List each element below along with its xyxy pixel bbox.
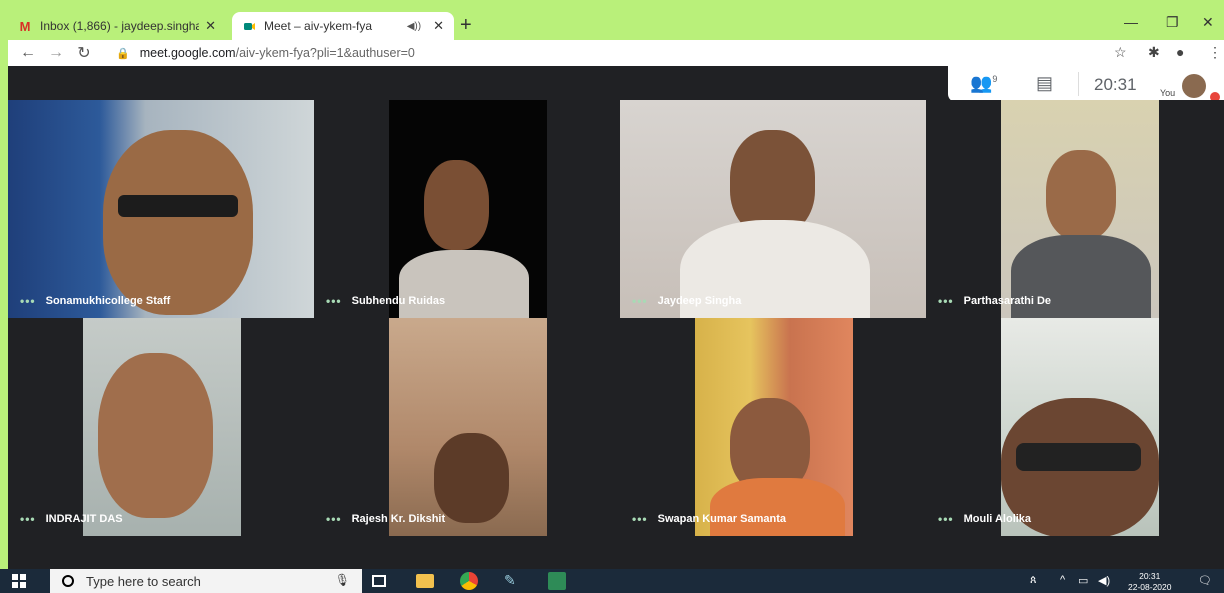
more-options-icon[interactable]: ••• [326, 294, 342, 308]
participant-tile[interactable]: ••• Sonamukhicollege Staff [8, 100, 314, 318]
network-icon[interactable]: ▭ [1078, 574, 1088, 587]
participant-name: Parthasarathi De [963, 295, 1052, 307]
extensions-icon[interactable]: ✱ [1148, 44, 1160, 61]
taskbar: Type here to search 🎙 ✎ ጰ ^ ▭ ◀) 20:31 2… [0, 569, 1224, 593]
tab-strip: M Inbox (1,866) - jaydeep.singha@ ✕ Meet… [8, 10, 1224, 40]
participant-name: INDRAJIT DAS [45, 513, 123, 525]
url-field[interactable]: 🔒 meet.google.com/aiv-ykem-fya?pli=1&aut… [116, 43, 1136, 63]
taskbar-date: 22-08-2020 [1128, 582, 1172, 592]
chevron-up-icon[interactable]: ^ [1060, 574, 1065, 586]
forward-icon[interactable]: → [48, 44, 64, 62]
people-tray-icon[interactable]: ጰ [1030, 574, 1037, 587]
profile-icon[interactable]: ● [1176, 44, 1184, 60]
taskbar-time: 20:31 [1139, 571, 1161, 581]
close-tab-icon[interactable]: ✕ [205, 18, 216, 34]
participant-tile[interactable]: ••• Rajesh Kr. Dikshit [314, 318, 620, 536]
url-host: meet.google.com [139, 46, 236, 60]
more-options-icon[interactable]: ••• [632, 294, 648, 308]
tab-gmail[interactable]: M Inbox (1,866) - jaydeep.singha@ ✕ [8, 12, 226, 40]
meet-icon [242, 19, 256, 33]
participant-video [83, 318, 241, 536]
participant-tile[interactable]: ••• INDRAJIT DAS [8, 318, 314, 536]
participant-name: Jaydeep Singha [657, 295, 742, 307]
participant-tile[interactable]: ••• Mouli Alolika [926, 318, 1224, 536]
lock-icon: 🔒 [116, 47, 130, 60]
taskbar-clock[interactable]: 20:31 22-08-2020 [1128, 571, 1171, 593]
chrome-icon[interactable] [460, 572, 478, 590]
people-icon[interactable]: 👥9 [970, 73, 997, 94]
more-options-icon[interactable]: ••• [326, 512, 342, 526]
participant-tile[interactable]: ••• Subhendu Ruidas [314, 100, 620, 318]
file-explorer-icon[interactable] [416, 574, 434, 588]
participant-video [620, 100, 926, 318]
microphone-icon[interactable]: 🎙 [335, 573, 350, 587]
tab-title: Inbox (1,866) - jaydeep.singha@ [40, 19, 200, 33]
search-placeholder: Type here to search [86, 573, 201, 589]
bookmark-star-icon[interactable]: ☆ [1114, 44, 1127, 61]
new-tab-button[interactable]: + [460, 14, 472, 37]
participant-video [389, 318, 547, 536]
chat-icon[interactable]: ▤ [1036, 73, 1053, 94]
notifications-icon[interactable]: 🗨 [1198, 574, 1212, 587]
participant-video [389, 100, 547, 318]
url-path: /aiv-ykem-fya?pli=1&authuser=0 [235, 46, 415, 60]
paint-icon[interactable]: ✎ [504, 572, 522, 590]
participant-name: Mouli Alolika [963, 513, 1032, 525]
participant-name: Subhendu Ruidas [351, 295, 446, 307]
meeting-clock: 20:31 [1094, 75, 1137, 94]
excel-icon[interactable] [548, 572, 566, 590]
reload-icon[interactable]: ↻ [76, 43, 92, 63]
gmail-icon: M [19, 18, 31, 34]
menu-icon[interactable]: ⋮ [1208, 44, 1222, 61]
participant-name: Rajesh Kr. Dikshit [351, 513, 446, 525]
meet-stage: 👥9 ▤ 20:31 You ••• Sonamukhicollege Staff… [8, 66, 1224, 569]
cortana-icon [62, 575, 74, 587]
more-options-icon[interactable]: ••• [20, 294, 36, 308]
speaker-icon[interactable]: ◀)) [407, 21, 421, 32]
minimize-icon[interactable]: — [1124, 14, 1138, 30]
participant-name: Swapan Kumar Samanta [657, 513, 786, 525]
close-tab-icon[interactable]: ✕ [433, 18, 444, 34]
start-button[interactable] [12, 574, 26, 588]
participant-tile[interactable]: ••• Swapan Kumar Samanta [620, 318, 926, 536]
participant-video [8, 100, 314, 318]
more-options-icon[interactable]: ••• [938, 512, 954, 526]
participant-tile[interactable]: ••• Jaydeep Singha [620, 100, 926, 318]
participant-video [1001, 100, 1159, 318]
back-icon[interactable]: ← [20, 44, 36, 62]
task-view-icon[interactable] [372, 575, 386, 587]
tab-meet[interactable]: Meet – aiv-ykem-fya ◀)) ✕ [232, 12, 454, 40]
close-window-icon[interactable]: ✕ [1202, 14, 1214, 31]
avatar[interactable] [1182, 74, 1206, 98]
restore-icon[interactable]: ❐ [1166, 14, 1179, 31]
tab-title: Meet – aiv-ykem-fya [264, 19, 373, 33]
more-options-icon[interactable]: ••• [20, 512, 36, 526]
meet-top-controls: 👥9 ▤ 20:31 You [948, 66, 1224, 102]
taskbar-search[interactable]: Type here to search 🎙 [50, 569, 362, 593]
participant-video [695, 318, 853, 536]
participant-name: Sonamukhicollege Staff [45, 295, 171, 307]
more-options-icon[interactable]: ••• [938, 294, 954, 308]
volume-icon[interactable]: ◀) [1098, 574, 1110, 587]
self-label: You [1160, 88, 1176, 98]
address-bar: ← → ↻ 🔒 meet.google.com/aiv-ykem-fya?pli… [8, 40, 1224, 66]
more-options-icon[interactable]: ••• [632, 512, 648, 526]
participant-tile[interactable]: ••• Parthasarathi De [926, 100, 1224, 318]
participant-video [1001, 318, 1159, 536]
